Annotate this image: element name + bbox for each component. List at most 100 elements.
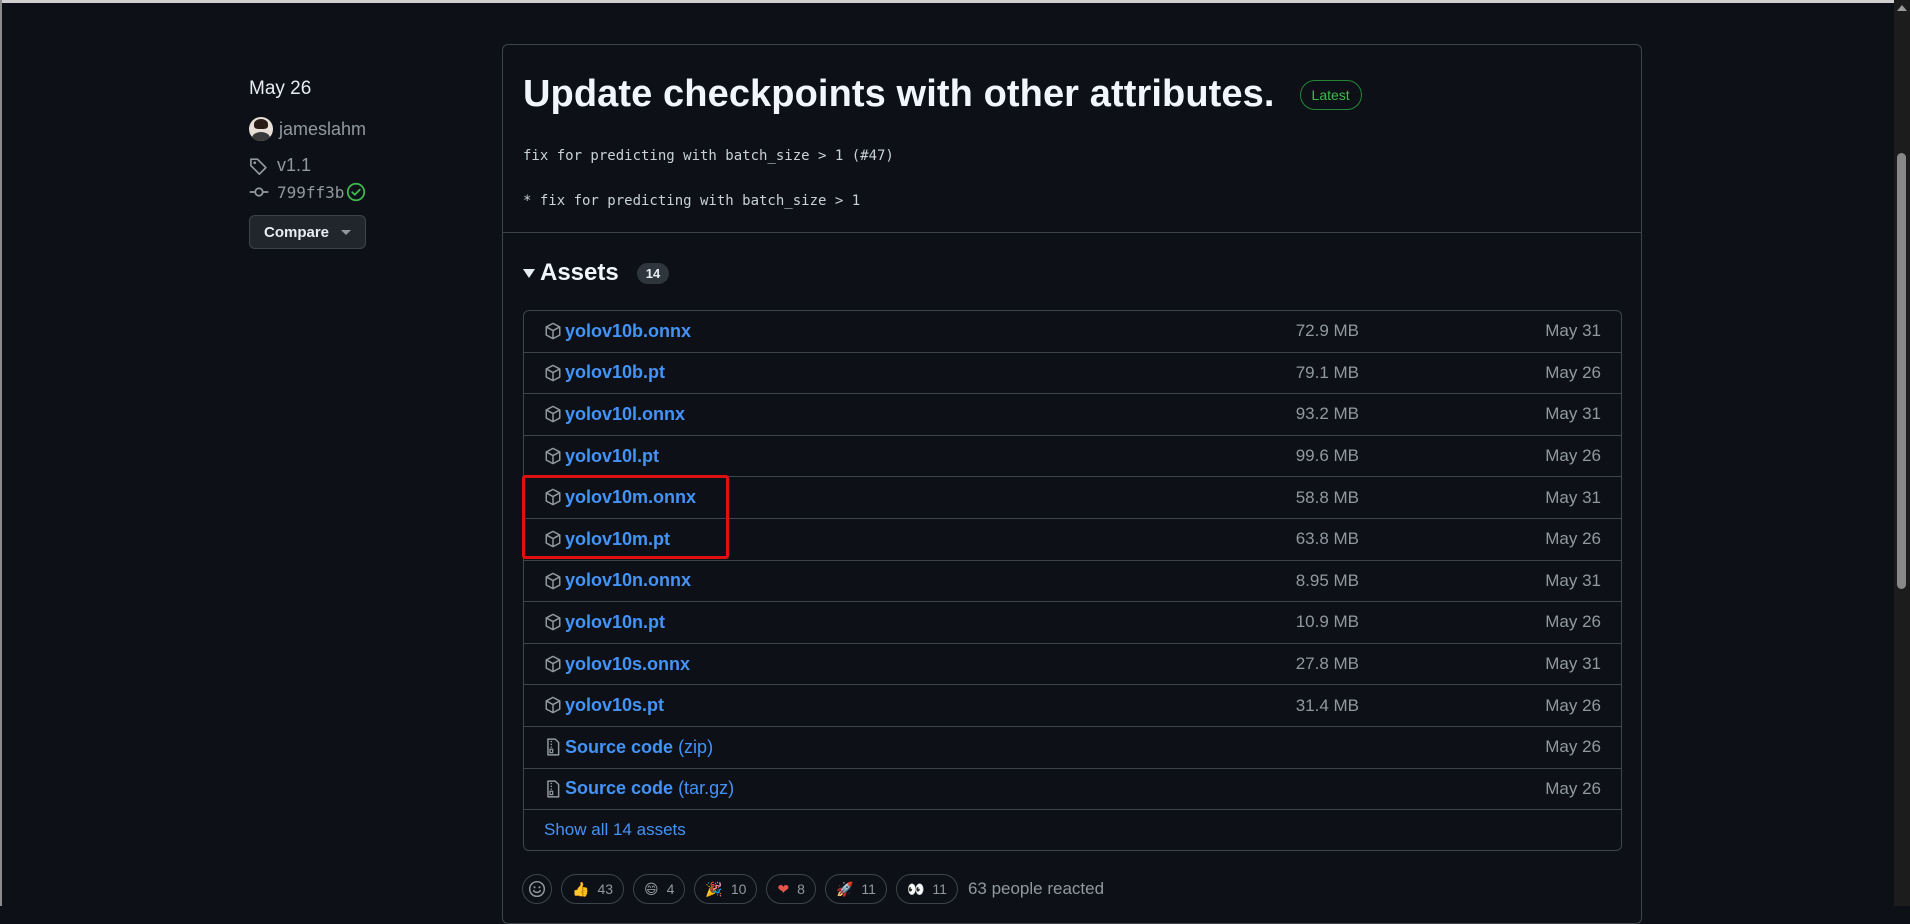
rocket-icon: 🚀: [835, 880, 854, 897]
asset-row: yolov10b.pt 79.1 MB May 26: [524, 353, 1621, 395]
asset-date: May 31: [1545, 404, 1601, 424]
package-icon: [544, 696, 562, 714]
asset-link[interactable]: yolov10b.pt: [565, 362, 665, 383]
asset-link[interactable]: yolov10l.onnx: [565, 404, 685, 425]
reaction-thumbs-up-button[interactable]: 👍 43: [561, 874, 625, 904]
tag-name[interactable]: v1.1: [277, 155, 311, 176]
reaction-count: 43: [597, 881, 614, 897]
compare-label: Compare: [263, 223, 330, 241]
asset-link[interactable]: yolov10n.onnx: [565, 570, 691, 591]
scrollbar-thumb[interactable]: [1897, 153, 1906, 589]
asset-date: May 26: [1545, 446, 1601, 466]
tag-icon: [250, 157, 267, 175]
package-icon: [544, 447, 562, 465]
asset-date: May 26: [1545, 612, 1601, 632]
asset-date: May 26: [1545, 737, 1601, 757]
package-icon: [544, 322, 562, 340]
asset-date: May 31: [1545, 654, 1601, 674]
asset-size: 27.8 MB: [1295, 654, 1359, 674]
assets-title[interactable]: Assets: [540, 259, 619, 287]
asset-size: 72.9 MB: [1295, 321, 1359, 341]
reaction-heart-button[interactable]: ❤ 8: [766, 874, 816, 904]
reaction-count: 10: [730, 881, 747, 897]
source-code-row: Source code (zip) May 26: [524, 727, 1621, 769]
assets-toggle[interactable]: Assets 14: [523, 259, 670, 287]
asset-row: yolov10l.pt 99.6 MB May 26: [524, 436, 1621, 478]
asset-date: May 26: [1545, 778, 1601, 798]
source-code-link[interactable]: Source code (zip): [565, 737, 713, 758]
laugh-icon: 😄: [644, 880, 659, 897]
asset-size: 58.8 MB: [1295, 487, 1359, 507]
asset-list: yolov10b.onnx 72.9 MB May 31 yolov10b.pt 79.…: [523, 310, 1622, 852]
asset-row: yolov10n.onnx 8.95 MB May 31: [524, 561, 1621, 603]
reaction-rocket-button[interactable]: 🚀 11: [824, 874, 887, 904]
asset-size: 10.9 MB: [1295, 612, 1359, 632]
asset-date: May 31: [1545, 487, 1601, 507]
source-code-format[interactable]: (zip): [678, 737, 713, 757]
window-left-edge: [0, 0, 2, 906]
heart-icon: ❤: [777, 880, 790, 897]
reaction-count: 11: [861, 881, 876, 897]
asset-date: May 31: [1545, 570, 1601, 590]
release-body-line: fix for predicting with batch_size > 1 (…: [523, 148, 894, 164]
reactions-bar: 👍 43 😄 4 🎉 10 ❤ 8 🚀 11 👀 11 63 people reacted: [522, 874, 1104, 904]
reaction-count: 8: [797, 881, 805, 897]
release-body-line: * fix for predicting with batch_size > 1: [523, 193, 861, 209]
asset-date: May 31: [1545, 321, 1601, 341]
asset-size: 8.95 MB: [1295, 570, 1359, 590]
package-icon: [544, 405, 562, 423]
package-icon: [544, 655, 562, 673]
asset-row: yolov10s.onnx 27.8 MB May 31: [524, 644, 1621, 686]
window-top-edge: [0, 0, 1910, 3]
reaction-eyes-button[interactable]: 👀 11: [895, 874, 958, 904]
author-link[interactable]: jameslahm: [249, 117, 366, 141]
asset-row: yolov10b.onnx 72.9 MB May 31: [524, 311, 1621, 353]
asset-size: 99.6 MB: [1295, 446, 1359, 466]
file-zip-icon: [544, 738, 562, 756]
package-icon: [544, 572, 562, 590]
source-code-link[interactable]: Source code (tar.gz): [565, 778, 734, 799]
source-code-format[interactable]: (tar.gz): [678, 778, 734, 798]
highlight-box: [522, 475, 729, 559]
file-zip-icon: [544, 779, 562, 798]
commit-hash[interactable]: 799ff3b: [277, 183, 344, 202]
asset-row: yolov10l.onnx 93.2 MB May 31: [524, 394, 1621, 436]
latest-badge: Latest: [1299, 79, 1362, 110]
tag-link[interactable]: v1.1: [249, 155, 311, 176]
avatar[interactable]: [249, 117, 273, 141]
verified-check-icon[interactable]: [346, 182, 366, 202]
author-name[interactable]: jameslahm: [279, 119, 366, 140]
asset-row: yolov10s.pt 31.4 MB May 26: [524, 685, 1621, 727]
asset-link[interactable]: yolov10s.pt: [565, 695, 664, 716]
add-reaction-button[interactable]: [522, 874, 552, 904]
release-date: May 26: [249, 78, 312, 99]
asset-size: 93.2 MB: [1295, 404, 1359, 424]
asset-size: 79.1 MB: [1295, 362, 1359, 382]
show-all-assets-link[interactable]: Show all 14 assets: [524, 810, 1621, 850]
asset-link[interactable]: yolov10l.pt: [565, 446, 659, 467]
asset-row: yolov10n.pt 10.9 MB May 26: [524, 602, 1621, 644]
source-code-label[interactable]: Source code: [565, 778, 673, 798]
triangle-down-icon: [523, 268, 535, 278]
scroll-up-arrow-icon[interactable]: [1897, 5, 1907, 11]
commit-link[interactable]: 799ff3b: [249, 182, 366, 202]
asset-date: May 26: [1545, 695, 1601, 715]
asset-size: 63.8 MB: [1295, 529, 1359, 549]
eyes-icon: 👀: [906, 880, 925, 897]
thumbs-up-icon: 👍: [572, 880, 590, 897]
reactions-summary: 63 people reacted: [967, 879, 1105, 898]
asset-link[interactable]: yolov10s.onnx: [565, 654, 690, 675]
package-icon: [544, 364, 562, 382]
release-title[interactable]: Update checkpoints with other attributes…: [523, 73, 1275, 116]
reaction-hooray-button[interactable]: 🎉 10: [694, 874, 758, 904]
asset-link[interactable]: yolov10n.pt: [565, 612, 665, 633]
compare-button[interactable]: Compare: [249, 215, 366, 249]
release-header: Update checkpoints with other attributes…: [523, 73, 1362, 116]
chevron-down-icon: [341, 229, 352, 235]
source-code-label[interactable]: Source code: [565, 737, 673, 757]
package-icon: [544, 613, 562, 631]
asset-date: May 26: [1545, 362, 1601, 382]
hooray-icon: 🎉: [705, 880, 723, 897]
reaction-laugh-button[interactable]: 😄 4: [633, 874, 686, 904]
asset-link[interactable]: yolov10b.onnx: [565, 321, 691, 342]
